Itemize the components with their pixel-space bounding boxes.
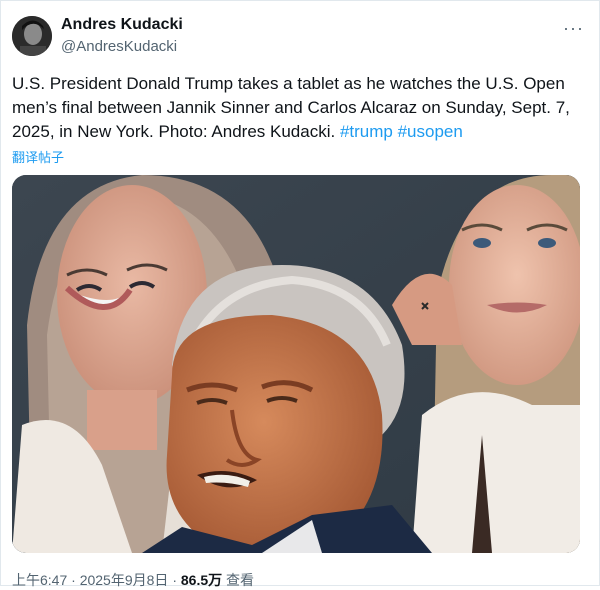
tweet-text: U.S. President Donald Trump takes a tabl…: [12, 72, 582, 144]
tweet-meta: 上午6:47 · 2025年9月8日 · 86.5万 查看: [12, 570, 254, 590]
author-handle[interactable]: @AndresKudacki: [61, 38, 177, 55]
tweet-body: U.S. President Donald Trump takes a tabl…: [12, 74, 570, 141]
hashtag-trump[interactable]: #trump: [340, 122, 393, 141]
translate-post-link[interactable]: 翻译帖子: [12, 147, 64, 166]
hashtag-usopen[interactable]: #usopen: [398, 122, 463, 141]
author-name[interactable]: Andres Kudacki: [61, 16, 183, 34]
more-horizontal-icon[interactable]: ···: [563, 18, 584, 39]
tweet-photo[interactable]: [12, 175, 580, 553]
avatar[interactable]: [12, 16, 52, 56]
